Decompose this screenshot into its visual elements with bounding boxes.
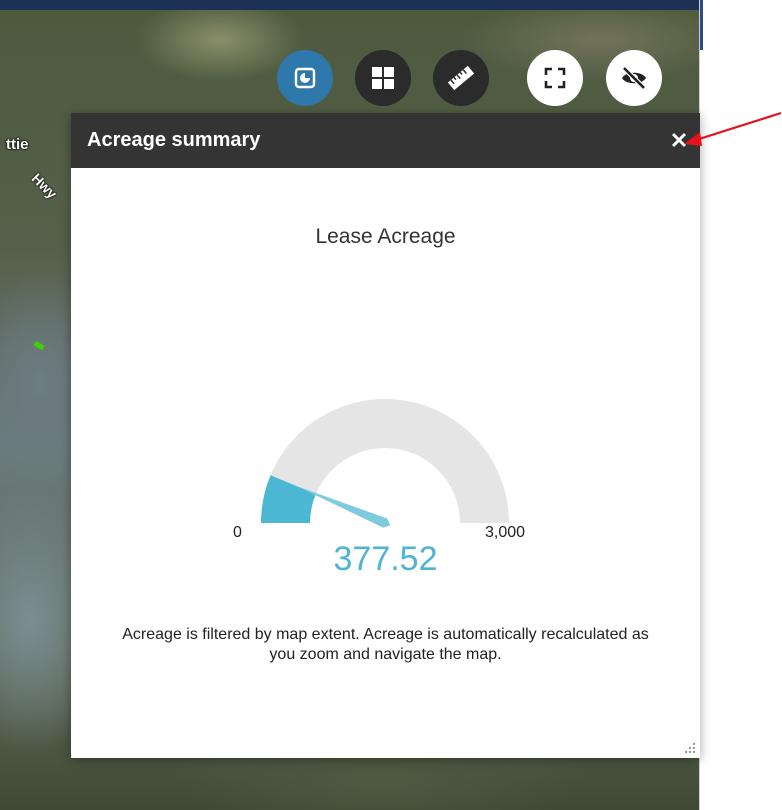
annotation-arrow-icon	[684, 111, 782, 146]
